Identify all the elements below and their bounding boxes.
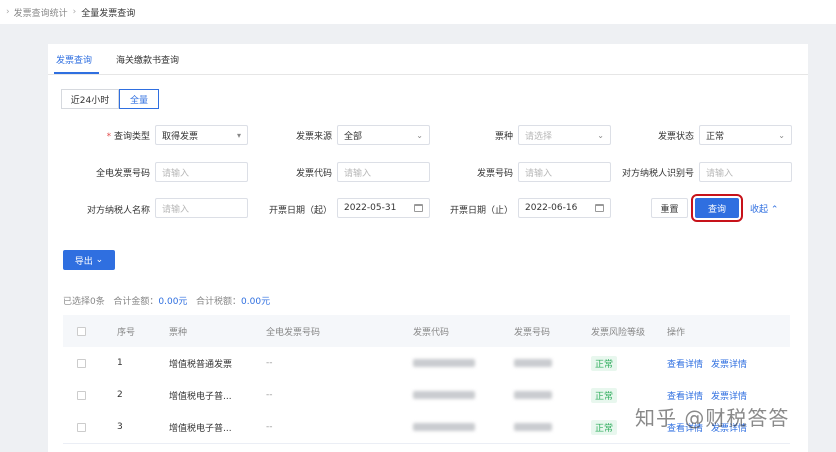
row-no-redacted [514,379,552,411]
date-end-picker[interactable]: 2022-06-16 [518,198,611,218]
invoice-details-link[interactable]: 发票详情 [711,389,747,402]
select-all-checkbox[interactable] [77,326,86,336]
chevron-down-icon: ⌄ [416,130,423,140]
chevron-up-icon: ⌃ [770,205,779,215]
row-index: 2 [117,390,123,400]
row-full-no: -- [266,390,273,400]
chevron-right-icon: › [72,7,77,17]
risk-badge: 正常 [591,419,618,435]
tab-customs-query[interactable]: 海关缴款书查询 [116,53,179,66]
row-index: 1 [117,358,123,368]
chevron-down-icon: ⌄ [778,130,785,140]
counterparty-name-label: 对方纳税人名称 [86,206,150,216]
row-checkbox[interactable] [77,422,86,432]
breadcrumb: › 发票查询统计 › 全量发票查询 [0,0,836,24]
invoice-source-label: 发票来源 [295,132,332,142]
invoice-no-label: 发票号码 [476,169,513,179]
query-type-select[interactable]: 取得发票 ▾ [155,125,248,145]
column-header: 票种 [169,327,188,338]
tab-bar: 发票查询 海关缴款书查询 [48,44,808,75]
counterparty-tax-id-input[interactable]: 请输入 [699,162,792,182]
column-header: 发票风险等级 [591,327,646,338]
row-code-redacted [413,411,475,443]
watermark: 知乎 @财税答答 [635,406,790,430]
invoice-status-select[interactable]: 正常 ⌄ [699,125,792,145]
full-invoice-no-label: 全电发票号码 [95,169,150,179]
row-code-redacted [413,379,475,411]
ticket-type-select[interactable]: 请选择 ⌄ [518,125,611,145]
row-type: 增值税电子普... [169,423,232,434]
caret-down-icon: ▾ [236,130,241,140]
row-full-no: -- [266,422,273,432]
row-no-redacted [514,411,552,443]
collapse-toggle[interactable]: 收起 ⌃ [750,202,778,215]
chevron-down-icon: ⌄ [597,130,604,140]
date-end-label: 开票日期（止） [449,206,513,216]
invoice-details-link[interactable]: 发票详情 [711,357,747,370]
main-card: 发票查询 海关缴款书查询 近24小时 全量 * 查询类型 取得发票 ▾ 发票来源 … [48,44,808,452]
tab-active-indicator [54,72,99,74]
selection-summary: 已选择0条 合计金额：0.00元 合计税额：0.00元 [63,297,271,307]
row-full-no: -- [266,358,273,368]
column-header: 序号 [117,327,136,338]
column-header: 发票号码 [514,327,551,338]
query-type-label: * 查询类型 [106,132,150,142]
time-range-all[interactable]: 全量 [119,89,159,109]
row-type: 增值税电子普... [169,391,232,402]
row-type: 增值税普通发票 [169,359,233,370]
column-header: 发票代码 [413,327,450,338]
column-header: 操作 [667,327,686,338]
row-no-redacted [514,347,552,379]
breadcrumb-item-current: 全量发票查询 [81,8,136,19]
counterparty-tax-id-label: 对方纳税人识别号 [621,169,694,179]
column-header: 全电发票号码 [266,327,321,338]
breadcrumb-item-stats[interactable]: 发票查询统计 [14,6,68,19]
risk-badge: 正常 [591,387,618,403]
row-code-redacted [413,347,475,379]
view-details-link[interactable]: 查看详情 [667,357,703,370]
invoice-status-label: 发票状态 [657,132,694,142]
invoice-source-select[interactable]: 全部 ⌄ [337,125,430,145]
chevron-down-icon: ⌄ [95,255,104,265]
invoice-no-input[interactable]: 请输入 [518,162,611,182]
ticket-type-label: 票种 [494,132,513,142]
date-start-picker[interactable]: 2022-05-31 [337,198,430,218]
calendar-icon [595,204,604,212]
chevron-right-icon: › [6,7,10,17]
table-header: 序号 票种 全电发票号码 发票代码 发票号码 发票风险等级 操作 [63,315,790,348]
tab-invoice-query[interactable]: 发票查询 [56,53,92,66]
invoice-code-label: 发票代码 [295,169,332,179]
calendar-icon [414,204,423,212]
reset-button[interactable]: 重置 [651,198,688,218]
time-range-24h[interactable]: 近24小时 [61,89,119,109]
row-index: 3 [117,422,123,432]
invoice-code-input[interactable]: 请输入 [337,162,430,182]
risk-badge: 正常 [591,355,618,371]
date-start-label: 开票日期（起） [268,206,332,216]
query-button[interactable]: 查询 [691,194,743,222]
table-row: 1 增值税普通发票 -- 正常 查看详情 发票详情 [63,347,790,380]
full-invoice-no-input[interactable]: 请输入 [155,162,248,182]
export-button[interactable]: 导出 ⌄ [63,250,115,270]
row-checkbox[interactable] [77,358,86,368]
view-details-link[interactable]: 查看详情 [667,389,703,402]
row-checkbox[interactable] [77,390,86,400]
counterparty-name-input[interactable]: 请输入 [155,198,248,218]
